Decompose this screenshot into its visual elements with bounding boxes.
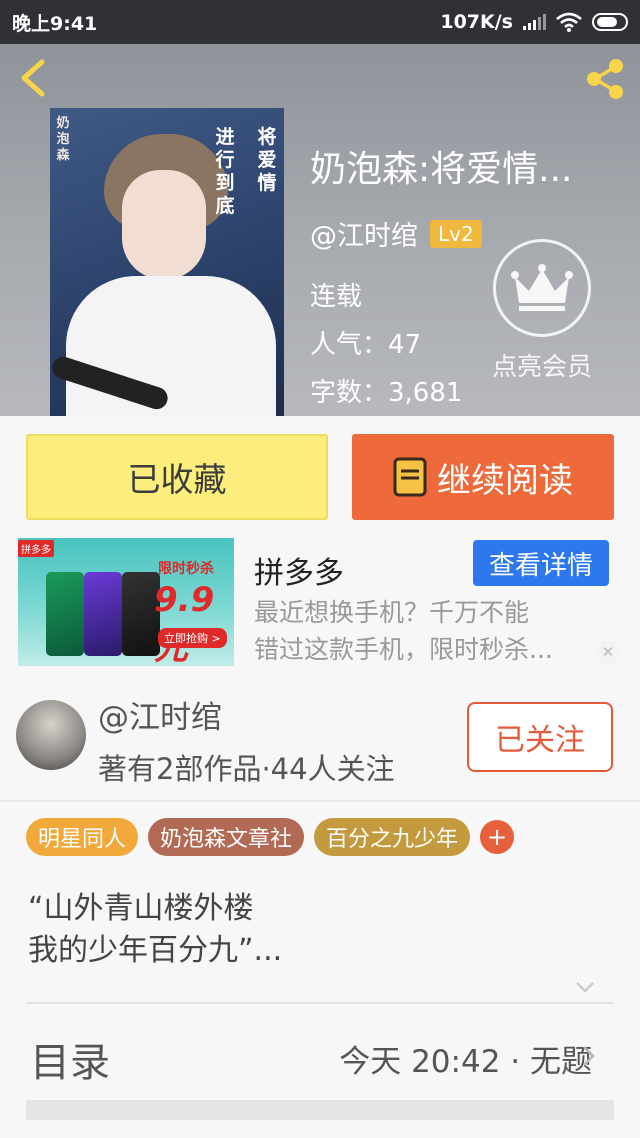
book-header: 奶 泡 森 将 爱 情 进 行 到 底 奶泡森:将爱情... @江时绾 Lv2 … [0,44,640,416]
popularity: 人气：47 [310,330,422,360]
wifi-icon [556,12,582,32]
tag-item[interactable]: 明星同人 [26,818,139,856]
divider [0,800,640,802]
ad-image[interactable]: 拼多多 限时秒杀 9.9元 立即抢购 > [18,538,234,666]
tag-list: 明星同人 奶泡森文章社 百分之九少年 + [26,818,515,856]
status-bar: 晚上9:41 107K/s [0,0,640,44]
continue-reading-label: 继续阅读 [437,460,573,501]
author-name[interactable]: @江时绾 [98,692,222,737]
promo-label: 限时秒杀 [158,561,214,577]
member-button[interactable]: 点亮会员 [482,239,602,383]
promo-cta: 立即抢购 > [158,628,227,648]
synopsis-line: 我的少年百分九”... [28,933,283,968]
author-line: @江时绾 Lv2 [310,214,482,253]
status-time: 晚上9:41 [12,12,98,35]
follow-label: 已关注 [495,723,585,758]
chapter-list-placeholder [26,1100,614,1120]
serial-status: 连载 [310,282,363,312]
follow-button[interactable]: 已关注 [467,702,613,772]
tag-item[interactable]: 奶泡森文章社 [148,818,305,856]
chevron-left-icon[interactable] [14,58,54,98]
phone-green [46,572,84,656]
status-right: 107K/s [440,11,628,33]
close-icon[interactable]: ✕ [596,640,620,664]
level-badge: Lv2 [430,219,482,248]
book-title: 奶泡森:将爱情... [310,149,573,190]
cover-figure-shirt [66,276,276,416]
collected-button[interactable]: 已收藏 [26,434,328,520]
cover-figure-face [122,170,206,280]
author-handle[interactable]: @江时绾 [310,214,418,253]
avatar[interactable] [16,700,86,770]
view-details-button[interactable]: 查看详情 [473,540,609,586]
ad-description: 最近想换手机？千万不能 错过这款手机，限时秒杀... [254,598,553,664]
author-stats: 著有2部作品·44人关注 [98,752,395,786]
cover-title-col-2: 进 行 到 底 [215,126,235,217]
chevron-down-icon[interactable] [574,976,596,998]
author-row[interactable]: @江时绾 著有2部作品·44人关注 已关注 [0,686,640,796]
divider [26,1002,614,1004]
toc-label[interactable]: 目录 [30,1030,110,1088]
tag-item[interactable]: 百分之九少年 [314,818,471,856]
add-tag-button[interactable]: + [480,820,515,854]
word-count: 字数：3,681 [310,378,463,408]
battery-icon [592,13,628,31]
signal-icon [523,14,546,30]
synopsis[interactable]: “山外青山楼外楼 我的少年百分九”... [28,888,282,972]
promo-price: 9.9元 [154,580,215,666]
ad-banner[interactable]: 拼多多 限时秒杀 9.9元 立即抢购 > 拼多多 查看详情 最近想换手机？千万不… [0,536,640,670]
toc-latest-chapter[interactable]: 今天 20:42 · 无题 [339,1036,592,1081]
network-speed: 107K/s [440,11,513,33]
cover-small-title: 奶 泡 森 [56,116,70,163]
view-details-label: 查看详情 [488,550,593,581]
share-icon[interactable] [582,56,628,102]
synopsis-line: “山外青山楼外楼 [28,891,254,926]
member-ring [493,239,591,337]
collected-label: 已收藏 [127,460,227,499]
continue-reading-button[interactable]: 继续阅读 [352,434,614,520]
member-label: 点亮会员 [491,352,592,381]
ad-brand-name: 拼多多 [254,556,344,591]
phone-purple [84,572,122,656]
ad-brand-tag: 拼多多 [18,540,54,557]
crown-icon [511,264,573,311]
cover-title-col-1: 将 爱 情 [257,126,277,194]
chevron-right-icon[interactable] [580,1044,598,1068]
book-cover[interactable]: 奶 泡 森 将 爱 情 进 行 到 底 [50,108,284,416]
book-icon [393,457,427,497]
